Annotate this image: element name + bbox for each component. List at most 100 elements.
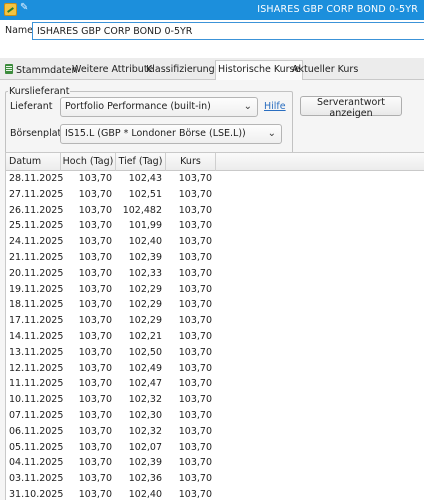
boersenplatz-value: IS15.L (GBP * Londoner Börse (LSE.L)) (65, 128, 246, 139)
table-cell: 103,70 (78, 441, 112, 453)
tab-aktueller-kurs[interactable]: Aktueller Kurs (290, 61, 360, 80)
sheet-icon (5, 64, 13, 74)
table-cell: 102,33 (128, 267, 162, 279)
table-cell: 28.11.2025 (9, 173, 64, 184)
table-row[interactable]: 11.11.2025 103,70 102,47 103,70 (6, 376, 424, 392)
table-row[interactable]: 03.11.2025 103,70 102,36 103,70 (6, 471, 424, 487)
table-cell: 102,43 (128, 173, 162, 184)
table-cell: 103,70 (178, 394, 212, 406)
table-cell: 06.11.2025 (9, 425, 64, 437)
table-cell: 103,70 (78, 315, 112, 327)
table-row[interactable]: 17.11.2025 103,70 102,29 103,70 (6, 313, 424, 329)
lieferant-value: Portfolio Performance (built-in) (65, 101, 211, 112)
boersenplatz-label: Börsenplatz (10, 128, 67, 139)
tab-label: Aktueller Kurs (292, 64, 359, 75)
tab-stammdaten[interactable]: Stammdaten (3, 61, 80, 80)
lieferant-select[interactable]: Portfolio Performance (built-in) ⌄ (60, 97, 258, 117)
table-cell: 102,40 (128, 488, 162, 500)
table-row[interactable]: 06.11.2025 103,70 102,32 103,70 (6, 424, 424, 440)
tab-label: Weitere Attribute (72, 64, 154, 75)
table-row[interactable]: 26.11.2025 103,70 102,482 103,70 (6, 203, 424, 219)
table-cell: 11.11.2025 (9, 378, 64, 390)
table-cell: 103,70 (178, 457, 212, 469)
table-row[interactable]: 12.11.2025 103,70 102,49 103,70 (6, 361, 424, 377)
table-header: Datum Hoch (Tag) Tief (Tag) Kurs (6, 153, 424, 171)
table-cell: 103,70 (78, 346, 112, 358)
table-cell: 26.11.2025 (9, 204, 64, 216)
tab-label: Historische Kurse (218, 64, 301, 75)
table-cell: 102,36 (128, 473, 162, 485)
table-cell: 14.11.2025 (9, 330, 64, 342)
table-cell: 102,40 (128, 236, 162, 248)
table-row[interactable]: 24.11.2025 103,70 102,40 103,70 (6, 234, 424, 250)
table-cell: 103,70 (178, 251, 212, 263)
table-cell: 103,70 (178, 315, 212, 327)
table-row[interactable]: 04.11.2025 103,70 102,39 103,70 (6, 455, 424, 471)
table-cell: 07.11.2025 (9, 409, 64, 421)
table-row[interactable]: 27.11.2025 103,70 102,51 103,70 (6, 187, 424, 203)
table-cell: 103,70 (78, 236, 112, 248)
table-cell: 102,51 (128, 188, 162, 200)
table-cell: 12.11.2025 (9, 362, 64, 374)
column-header-tief[interactable]: Tief (Tag) (116, 153, 166, 171)
table-cell: 102,32 (128, 425, 162, 437)
column-header-kurs[interactable]: Kurs (166, 153, 216, 171)
table-cell: 103,70 (178, 346, 212, 358)
table-row[interactable]: 10.11.2025 103,70 102,32 103,70 (6, 392, 424, 408)
table-cell: 103,70 (78, 488, 112, 500)
table-row[interactable]: 19.11.2025 103,70 102,29 103,70 (6, 282, 424, 298)
column-header-datum[interactable]: Datum (6, 153, 61, 171)
table-row[interactable]: 05.11.2025 103,70 102,07 103,70 (6, 440, 424, 456)
tab-bar: Stammdaten Weitere Attribute Klassifizie… (0, 58, 424, 81)
chevron-down-icon: ⌄ (267, 128, 276, 139)
table-cell: 103,70 (78, 394, 112, 406)
table-row[interactable]: 20.11.2025 103,70 102,33 103,70 (6, 266, 424, 282)
table-cell: 19.11.2025 (9, 283, 64, 295)
table-cell: 102,39 (128, 457, 162, 469)
table-row[interactable]: 18.11.2025 103,70 102,29 103,70 (6, 297, 424, 313)
table-cell: 102,47 (128, 378, 162, 390)
table-cell: 103,70 (178, 188, 212, 200)
table-cell: 17.11.2025 (9, 315, 64, 327)
help-link[interactable]: Hilfe (264, 101, 286, 112)
column-header-hoch[interactable]: Hoch (Tag) (61, 153, 116, 171)
tab-weitere-attribute[interactable]: Weitere Attribute (70, 61, 155, 80)
table-row[interactable]: 25.11.2025 103,70 101,99 103,70 (6, 218, 424, 234)
table-cell: 103,70 (78, 378, 112, 390)
window-titlebar: ✎ ISHARES GBP CORP BOND 0-5YR (0, 0, 424, 20)
table-cell: 10.11.2025 (9, 394, 64, 406)
table-body: 28.11.2025 103,70 102,43 103,70 27.11.2025 10… (6, 171, 424, 500)
table-cell: 103,70 (178, 267, 212, 279)
table-cell: 24.11.2025 (9, 236, 64, 248)
table-row[interactable]: 21.11.2025 103,70 102,39 103,70 (6, 250, 424, 266)
table-cell: 103,70 (178, 299, 212, 311)
table-cell: 03.11.2025 (9, 473, 64, 485)
table-cell: 102,32 (128, 394, 162, 406)
table-cell: 20.11.2025 (9, 267, 64, 279)
table-row[interactable]: 31.10.2025 103,70 102,40 103,70 (6, 487, 424, 500)
table-row[interactable]: 07.11.2025 103,70 102,30 103,70 (6, 408, 424, 424)
prices-table: Datum Hoch (Tag) Tief (Tag) Kurs 28.11.2… (5, 152, 424, 500)
table-row[interactable]: 28.11.2025 103,70 102,43 103,70 (6, 171, 424, 187)
name-input[interactable] (32, 22, 424, 40)
table-row[interactable]: 14.11.2025 103,70 102,21 103,70 (6, 329, 424, 345)
show-server-response-button[interactable]: Serverantwort anzeigen (300, 96, 402, 119)
table-cell: 103,70 (78, 267, 112, 279)
lieferant-label: Lieferant (10, 101, 53, 112)
boersenplatz-select[interactable]: IS15.L (GBP * Londoner Börse (LSE.L)) ⌄ (60, 124, 282, 144)
table-cell: 25.11.2025 (9, 220, 64, 232)
table-cell: 102,50 (128, 346, 162, 358)
historical-prices-panel: Kurslieferant Lieferant Portfolio Perfor… (0, 80, 424, 500)
table-cell: 103,70 (178, 378, 212, 390)
table-cell: 103,70 (78, 425, 112, 437)
pin-icon[interactable]: ✎ (20, 2, 28, 13)
table-cell: 103,70 (178, 362, 212, 374)
table-cell: 102,07 (128, 441, 162, 453)
table-cell: 102,29 (128, 315, 162, 327)
table-row[interactable]: 13.11.2025 103,70 102,50 103,70 (6, 345, 424, 361)
table-cell: 27.11.2025 (9, 188, 64, 200)
table-cell: 103,70 (78, 409, 112, 421)
table-cell: 103,70 (178, 488, 212, 500)
kurslieferant-legend: Kurslieferant (9, 86, 70, 97)
table-cell: 21.11.2025 (9, 251, 64, 263)
